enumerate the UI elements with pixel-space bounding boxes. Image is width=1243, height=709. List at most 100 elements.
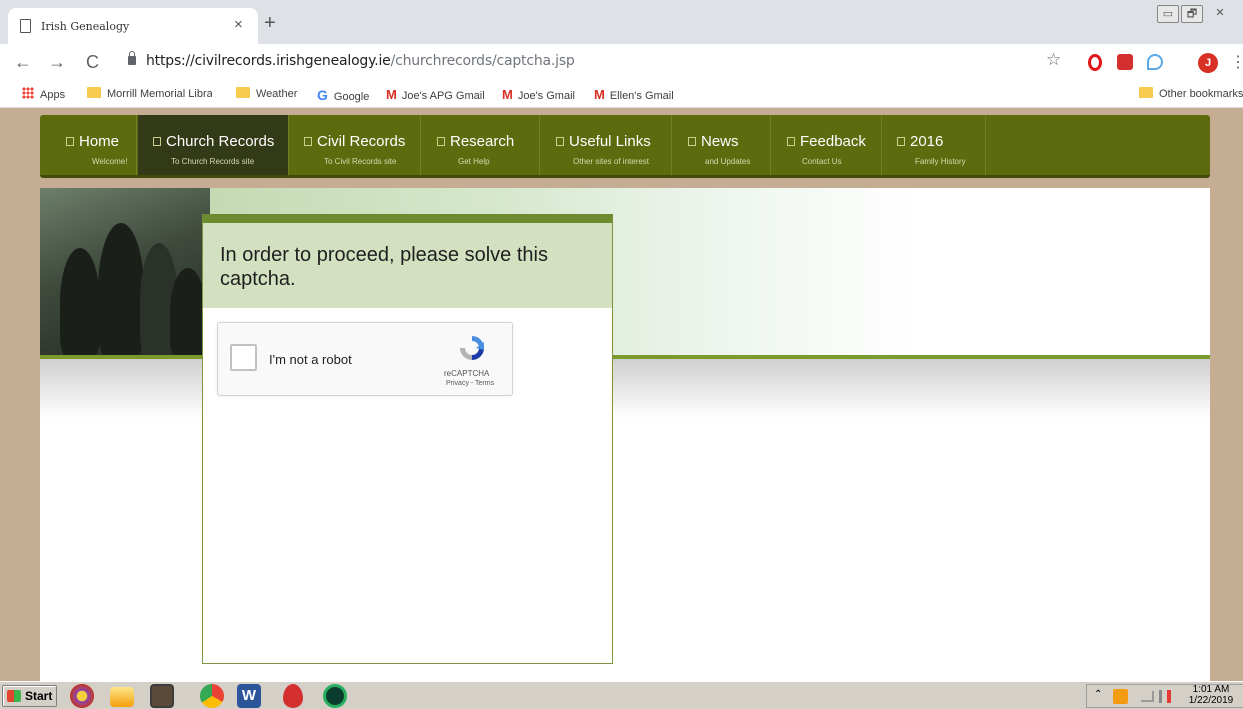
nav-label-text: Home xyxy=(79,133,120,150)
bookmarks-bar: Apps Morrill Memorial Library Weather GG… xyxy=(0,80,1243,108)
bookmark-label: Morrill Memorial Library xyxy=(107,88,212,100)
forward-button[interactable]: → xyxy=(48,50,66,74)
nav-church-records[interactable]: Church Records To Church Records site xyxy=(138,115,289,175)
historic-photo xyxy=(40,188,210,355)
windows-taskbar: Start W ⌃ 1:01 AM 1/22/2019 xyxy=(0,681,1243,709)
checkbox-glyph-icon xyxy=(153,137,161,146)
swirl-extension-icon[interactable] xyxy=(1147,54,1163,70)
address-bar-row: ← → C https://civilrecords.irishgenealog… xyxy=(0,44,1243,80)
clock-time: 1:01 AM xyxy=(1192,684,1230,695)
nav-news[interactable]: News and Updates xyxy=(673,115,771,175)
folder-icon xyxy=(87,87,101,98)
network-icon[interactable] xyxy=(1141,691,1154,702)
recaptcha-label: I'm not a robot xyxy=(269,352,352,367)
checkbox-glyph-icon xyxy=(437,137,445,146)
url-bar[interactable]: https://civilrecords.irishgenealogy.ie/c… xyxy=(118,49,1078,75)
clock-date: 1/22/2019 xyxy=(1188,695,1234,706)
extension-icon[interactable] xyxy=(1117,54,1133,70)
start-button[interactable]: Start xyxy=(2,685,57,707)
nav-home[interactable]: Home Welcome! xyxy=(50,115,137,175)
page-viewport: Home Welcome! Church Records To Church R… xyxy=(0,108,1243,681)
other-bookmarks[interactable]: Other bookmarks xyxy=(1139,87,1243,100)
bookmark-ellens-gmail[interactable]: M Ellen's Gmail xyxy=(594,87,674,102)
heart-app-icon[interactable] xyxy=(283,684,303,708)
tab-title: Irish Genealogy xyxy=(41,20,130,33)
bookmark-label: Google xyxy=(333,91,370,103)
tab-strip: Irish Genealogy × + ▭ 🗗 ✕ xyxy=(0,0,1243,44)
bookmark-google[interactable]: G Google xyxy=(317,87,369,103)
folder-icon xyxy=(236,87,250,98)
bookmark-star-icon[interactable]: ☆ xyxy=(1046,50,1061,70)
recaptcha-terms-link[interactable]: Privacy - Terms xyxy=(446,380,494,387)
tray-expand-icon[interactable]: ⌃ xyxy=(1094,689,1102,700)
nav-research[interactable]: Research Get Help xyxy=(422,115,540,175)
nav-useful-links-sub: Other sites of interest xyxy=(573,157,650,166)
start-label: Start xyxy=(25,689,53,703)
green-app-icon[interactable] xyxy=(323,684,347,708)
browser-tab[interactable]: Irish Genealogy × xyxy=(8,8,258,44)
back-button[interactable]: ← xyxy=(14,50,32,74)
photo-app-icon[interactable] xyxy=(150,684,174,708)
nav-2016[interactable]: 2016 Family History xyxy=(883,115,986,175)
captcha-message: In order to proceed, please solve this c… xyxy=(220,244,548,290)
nav-research-label: Research xyxy=(437,133,514,150)
starburst-app-icon[interactable] xyxy=(70,684,94,708)
bookmark-morrill-memorial-library[interactable]: Morrill Memorial Library xyxy=(87,87,212,100)
nav-useful-links[interactable]: Useful Links Other sites of interest xyxy=(541,115,672,175)
tray-app-icon[interactable] xyxy=(1113,689,1128,704)
bookmark-label: Weather xyxy=(256,88,298,100)
nav-useful-links-label: Useful Links xyxy=(556,133,651,150)
opera-extension-icon[interactable] xyxy=(1088,54,1102,71)
bookmark-weather[interactable]: Weather xyxy=(236,87,297,100)
volume-muted-icon[interactable] xyxy=(1159,690,1171,703)
menu-icon[interactable]: ⋮ xyxy=(1230,52,1243,72)
taskbar-clock[interactable]: 1:01 AM 1/22/2019 xyxy=(1186,684,1236,706)
file-explorer-icon[interactable] xyxy=(110,687,134,707)
checkbox-glyph-icon xyxy=(787,137,795,146)
nav-church-records-label: Church Records xyxy=(153,133,274,150)
checkbox-glyph-icon xyxy=(66,137,74,146)
nav-feedback[interactable]: Feedback Contact Us xyxy=(772,115,882,175)
recaptcha-brand: reCAPTCHA xyxy=(444,369,490,378)
close-window-button[interactable]: ✕ xyxy=(1209,5,1231,23)
gmail-icon: M xyxy=(502,87,513,102)
nav-label-text: Church Records xyxy=(166,133,275,150)
nav-news-sub: and Updates xyxy=(705,157,751,166)
nav-label-text: Civil Records xyxy=(317,133,406,150)
chrome-icon[interactable] xyxy=(200,684,224,708)
word-icon[interactable]: W xyxy=(237,684,261,708)
folder-icon xyxy=(1139,87,1153,98)
lock-icon xyxy=(128,51,136,65)
checkbox-glyph-icon xyxy=(556,137,564,146)
nav-label-text: 2016 xyxy=(910,133,944,150)
profile-avatar[interactable]: J xyxy=(1198,53,1218,73)
checkbox-glyph-icon xyxy=(304,137,312,146)
restore-button[interactable]: 🗗 xyxy=(1181,5,1203,23)
url-host: civilrecords.irishgenealogy.ie xyxy=(194,53,391,69)
bookmark-joes-apg-gmail[interactable]: M Joe's APG Gmail xyxy=(386,87,485,102)
nav-civil-records-label: Civil Records xyxy=(304,133,405,150)
nav-home-sub: Welcome! xyxy=(92,157,128,166)
bookmark-label: Other bookmarks xyxy=(1159,88,1243,100)
nav-label-text: News xyxy=(701,133,739,150)
tab-close-icon[interactable]: × xyxy=(234,16,243,33)
windows-flag-icon xyxy=(7,690,21,702)
new-tab-button[interactable]: + xyxy=(264,13,276,33)
nav-news-label: News xyxy=(688,133,739,150)
nav-civil-records[interactable]: Civil Records To Civil Records site xyxy=(290,115,421,175)
bookmark-label: Joe's Gmail xyxy=(517,90,575,102)
recaptcha-widget: I'm not a robot reCAPTCHA Privacy - Term… xyxy=(217,322,513,396)
url-text[interactable]: https://civilrecords.irishgenealogy.ie/c… xyxy=(146,53,575,69)
bookmark-joes-gmail[interactable]: M Joe's Gmail xyxy=(502,87,575,102)
nav-home-label: Home xyxy=(66,133,119,150)
apps-grid-icon xyxy=(22,87,34,99)
url-path: /churchrecords/captcha.jsp xyxy=(390,53,575,69)
page-icon xyxy=(20,19,31,33)
reload-button[interactable]: C xyxy=(86,50,99,74)
bookmark-apps[interactable]: Apps xyxy=(22,87,65,101)
nav-label-text: Useful Links xyxy=(569,133,651,150)
nav-2016-label: 2016 xyxy=(897,133,943,150)
recaptcha-checkbox[interactable] xyxy=(230,344,257,371)
minimize-button[interactable]: ▭ xyxy=(1157,5,1179,23)
bookmark-label: Ellen's Gmail xyxy=(609,90,674,102)
